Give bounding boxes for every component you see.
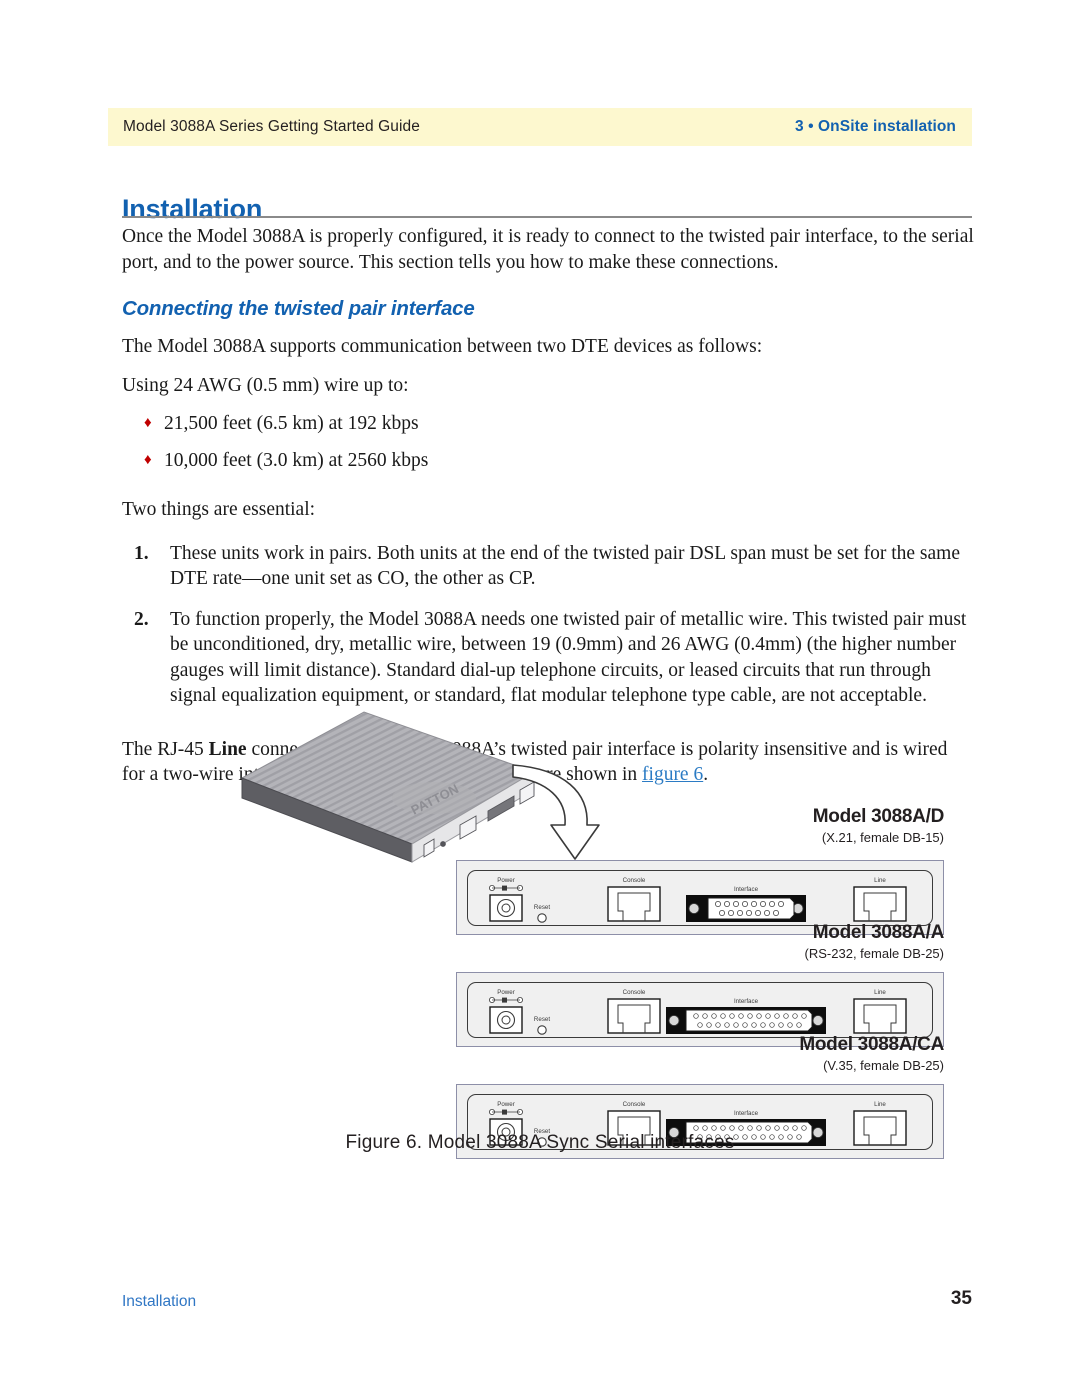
panel-connector-type: (X.21, female DB-15) — [821, 830, 944, 845]
interface-label: Interface — [734, 886, 759, 893]
intro-paragraph: Once the Model 3088A is properly configu… — [122, 226, 974, 273]
power-label: Power — [497, 1101, 515, 1108]
line-rj45-jack — [853, 886, 907, 922]
console-rj45-jack — [607, 886, 661, 922]
line-label: Line — [874, 989, 886, 996]
power-label: Power — [497, 877, 515, 884]
line-label: Line — [874, 1101, 886, 1108]
subhead-intro-paragraph: The Model 3088A supports communication b… — [122, 336, 763, 357]
rear-panel-inner-0: Power Reset Console Interface Line — [467, 870, 933, 926]
reset-label: Reset — [534, 1016, 550, 1023]
console-label: Console — [623, 877, 646, 884]
console-label: Console — [623, 989, 646, 996]
title-divider — [122, 216, 972, 218]
panel-model-name: Model 3088A/A — [812, 922, 945, 943]
power-label: Power — [497, 989, 515, 996]
numbered-list-item: 2. To function properly, the Model 3088A… — [134, 607, 974, 709]
panel-label-0: Model 3088A/D (X.21, female DB-15) — [544, 806, 945, 845]
header-chapter-label: 3 • OnSite installation — [794, 118, 956, 135]
list-number: 2. — [134, 608, 149, 630]
wire-intro-paragraph: Using 24 AWG (0.5 mm) wire up to: — [122, 374, 409, 396]
reset-label: Reset — [534, 904, 550, 911]
list-item: ♦ 10,000 feet (3.0 km) at 2560 kbps — [144, 448, 974, 474]
header-guide-title: Model 3088A Series Getting Started Guide — [123, 118, 420, 135]
reset-button — [537, 913, 547, 923]
power-leds — [488, 996, 524, 1003]
panel-connector-type: (RS-232, female DB-25) — [804, 946, 944, 961]
power-leds — [488, 1108, 524, 1115]
running-header-banner: Model 3088A Series Getting Started Guide… — [108, 108, 972, 146]
panel-model-name: Model 3088A/D — [812, 806, 945, 827]
numbered-item-text: These units work in pairs. Both units at… — [170, 542, 960, 590]
bullet-diamond-icon: ♦ — [144, 415, 152, 431]
footer-page-number: 35 — [950, 1288, 972, 1309]
line-label: Line — [874, 877, 886, 884]
panel-label-2: Model 3088A/CA (V.35, female DB-25) — [544, 1034, 944, 1073]
console-rj45-jack — [607, 998, 661, 1034]
panel-connector-type: (V.35, female DB-25) — [823, 1058, 944, 1073]
numbered-item-text: To function properly, the Model 3088A ne… — [170, 608, 967, 707]
bullet-text: 10,000 feet (3.0 km) at 2560 kbps — [164, 449, 429, 471]
panel-model-name: Model 3088A/CA — [799, 1034, 944, 1055]
bullet-text: 21,500 feet (6.5 km) at 192 kbps — [164, 413, 419, 434]
section-subheading: Connecting the twisted pair interface — [122, 297, 475, 320]
figure-caption: Figure 6. Model 3088A Sync Serial interf… — [345, 1132, 735, 1153]
interface-db15-connector — [686, 895, 806, 922]
interface-label: Interface — [734, 998, 759, 1005]
figure-6: PATTON Model 3088A/D (X.21, female DB-15… — [108, 700, 972, 1170]
console-label: Console — [623, 1101, 646, 1108]
list-number: 1. — [134, 542, 149, 564]
interface-db25-connector — [666, 1007, 826, 1034]
rear-panel-inner-1: Power Reset Console Interface Line — [467, 982, 933, 1038]
reset-button — [537, 1025, 547, 1035]
power-leds — [488, 884, 524, 891]
page-title: Installation — [122, 194, 263, 225]
bullet-diamond-icon: ♦ — [144, 451, 152, 468]
numbered-list-item: 1. These units work in pairs. Both units… — [134, 541, 974, 592]
list-item: ♦ 21,500 feet (6.5 km) at 192 kbps — [144, 411, 974, 437]
footer-section-label: Installation — [122, 1293, 197, 1310]
interface-label: Interface — [734, 1110, 759, 1117]
line-rj45-jack — [853, 998, 907, 1034]
panel-label-1: Model 3088A/A (RS-232, female DB-25) — [544, 922, 945, 961]
device-isometric-illustration: PATTON — [238, 710, 538, 870]
essential-intro-paragraph: Two things are essential: — [122, 499, 316, 520]
